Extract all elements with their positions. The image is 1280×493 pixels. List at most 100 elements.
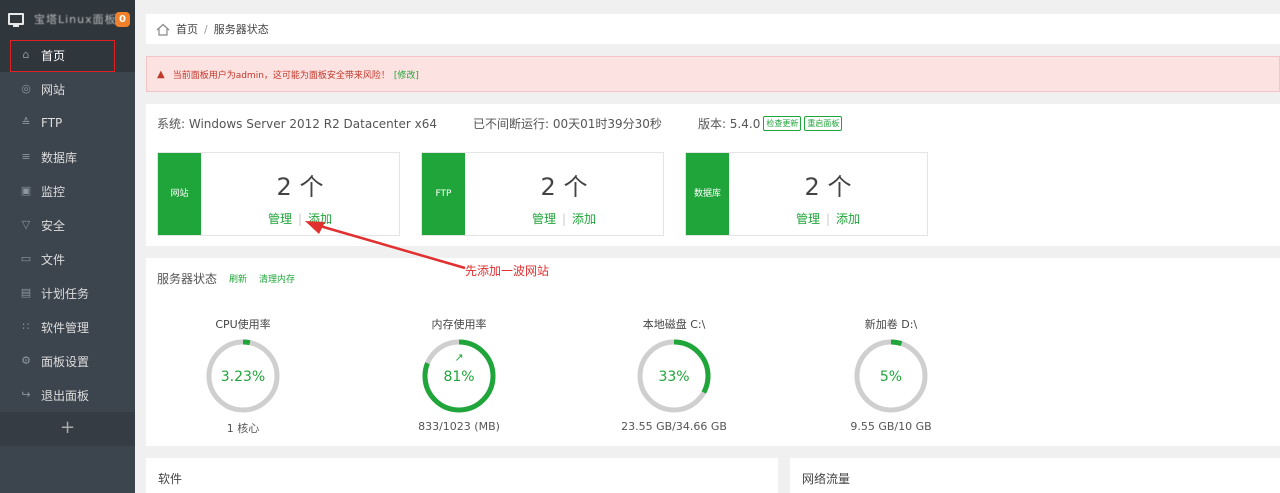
- breadcrumb: 首页 / 服务器状态: [146, 14, 1280, 44]
- card-links: 管理 | 添加: [465, 210, 663, 227]
- usage-gauge[interactable]: 本地磁盘 C:\ 33% 23.55 GB/34.66 GB: [614, 316, 734, 433]
- gauge-ring: 81% ↗: [422, 339, 496, 413]
- gauge-detail: 23.55 GB/34.66 GB: [621, 420, 727, 433]
- warning-icon: ▲: [157, 68, 165, 80]
- sidebar-item[interactable]: ↪ 退出面板: [0, 378, 135, 412]
- home-icon[interactable]: [156, 23, 170, 36]
- sidebar-item[interactable]: ≡ 数据库: [0, 140, 135, 174]
- sidebar-item-label: 软件管理: [41, 320, 90, 335]
- monitor-logo-icon: [8, 13, 24, 27]
- annotation-note: 先添加一波网站: [465, 264, 550, 278]
- refresh-link[interactable]: 刷新: [229, 272, 247, 285]
- status-title: 服务器状态: [157, 272, 218, 286]
- breadcrumb-current: 服务器状态: [213, 23, 269, 36]
- link-divider: |: [561, 212, 567, 226]
- gauge-ring: 5%: [854, 339, 928, 413]
- usage-gauge[interactable]: CPU使用率 3.23% 1 核心: [183, 316, 303, 436]
- sidebar-item-label: 数据库: [41, 150, 78, 165]
- calendar-icon: ▤: [20, 286, 32, 299]
- monitor-icon: ▣: [20, 184, 32, 197]
- restart-panel-button[interactable]: 重启面板: [804, 116, 843, 131]
- sidebar-item[interactable]: ∷ 软件管理: [0, 310, 135, 344]
- sidebar-item-label: 面板设置: [41, 354, 90, 369]
- logout-icon: ↪: [21, 388, 31, 401]
- sidebar-item-label: 网站: [41, 82, 66, 97]
- sidebar-item[interactable]: ▭ 文件: [0, 242, 135, 276]
- add-link[interactable]: 添加: [836, 212, 860, 226]
- manage-link[interactable]: 管理: [796, 212, 820, 226]
- brand-bar: 宝塔Linux面板 0: [0, 0, 135, 38]
- system-info-line: 系统: Windows Server 2012 R2 Datacenter x6…: [157, 115, 843, 132]
- brand-name: 宝塔Linux面板: [34, 13, 117, 26]
- add-nav-button[interactable]: +: [0, 412, 135, 446]
- usage-gauge[interactable]: 内存使用率 81% ↗ 833/1023 (MB): [399, 316, 519, 433]
- uptime-info: 已不间断运行: 00天01时39分30秒: [473, 117, 662, 131]
- sidebar-item-label: 退出面板: [41, 388, 90, 403]
- gauge-value: 33%: [658, 369, 689, 385]
- network-panel: 网络流量: [790, 458, 1280, 493]
- gauge-detail: 9.55 GB/10 GB: [850, 420, 932, 433]
- database-icon: ≡: [21, 150, 31, 163]
- clean-memory-link[interactable]: 清理内存: [259, 272, 295, 285]
- manage-link[interactable]: 管理: [268, 212, 292, 226]
- globe-icon: ◎: [21, 82, 31, 95]
- sidebar-item-label: 监控: [41, 184, 66, 199]
- breadcrumb-separator: /: [204, 22, 208, 36]
- card-tag: 数据库: [686, 153, 729, 235]
- gauge-ring: 3.23%: [206, 339, 280, 413]
- gauge-detail: 833/1023 (MB): [418, 420, 500, 433]
- sidebar-item[interactable]: ▣ 监控: [0, 174, 135, 208]
- database-count-card: 数据库 2 个 管理 | 添加: [685, 152, 928, 236]
- folder-icon: ▭: [20, 252, 32, 265]
- sidebar: 宝塔Linux面板 0 ⌂ 首页 ◎ 网站 ≙ FTP ≡ 数据库 ▣ 监控 ▽ 安全 ▭ 文件 ▤ 计划任务…: [0, 0, 135, 493]
- ftp-icon: ≙: [21, 116, 31, 129]
- sidebar-item-label: 文件: [41, 252, 66, 267]
- os-info: 系统: Windows Server 2012 R2 Datacenter x6…: [157, 117, 437, 131]
- rocket-icon: ↗: [454, 351, 463, 364]
- gauge-value: 81%: [443, 369, 474, 385]
- gauge-value: 3.23%: [221, 369, 265, 385]
- gauge-ring: 33%: [637, 339, 711, 413]
- notification-badge[interactable]: 0: [115, 12, 130, 27]
- gauge-detail: 1 核心: [226, 422, 260, 435]
- card-count: 2 个: [804, 173, 852, 201]
- sidebar-item[interactable]: ▽ 安全: [0, 208, 135, 242]
- sidebar-nav: ⌂ 首页 ◎ 网站 ≙ FTP ≡ 数据库 ▣ 监控 ▽ 安全 ▭ 文件 ▤ 计划任务 ∷ 软件管理 ⚙ 面板设置 ↪ 退…: [0, 38, 135, 412]
- gauge-title: CPU使用率: [215, 318, 271, 331]
- sidebar-item[interactable]: ⌂ 首页: [0, 38, 135, 72]
- breadcrumb-home[interactable]: 首页: [176, 21, 198, 37]
- sidebar-item[interactable]: ◎ 网站: [0, 72, 135, 106]
- shield-icon: ▽: [21, 218, 31, 231]
- home-icon: ⌂: [22, 48, 30, 61]
- card-links: 管理 | 添加: [729, 210, 927, 227]
- gauge-value: 5%: [880, 369, 902, 385]
- apps-icon: ∷: [22, 320, 30, 333]
- sidebar-item-label: 安全: [41, 218, 66, 233]
- add-link[interactable]: 添加: [572, 212, 596, 226]
- software-panel: 软件: [146, 458, 778, 493]
- sidebar-item[interactable]: ≙ FTP: [0, 106, 135, 140]
- gauge-title: 本地磁盘 C:\: [642, 318, 706, 331]
- gauge-title: 内存使用率: [431, 318, 487, 331]
- gear-icon: ⚙: [21, 354, 31, 367]
- sidebar-item[interactable]: ⚙ 面板设置: [0, 344, 135, 378]
- sidebar-item[interactable]: ▤ 计划任务: [0, 276, 135, 310]
- card-count: 2 个: [276, 173, 324, 201]
- usage-gauge[interactable]: 新加卷 D:\ 5% 9.55 GB/10 GB: [831, 316, 951, 433]
- card-count: 2 个: [540, 173, 588, 201]
- alert-edit-link[interactable]: [修改]: [394, 68, 419, 81]
- alert-text: 当前面板用户为admin，这可能为面板安全带来风险！: [172, 70, 390, 81]
- version-info: 版本: 5.4.0: [697, 117, 761, 131]
- security-alert: ▲ 当前面板用户为admin，这可能为面板安全带来风险！ [修改]: [146, 56, 1280, 92]
- network-title: 网络流量: [802, 472, 851, 486]
- software-title: 软件: [158, 472, 183, 486]
- annotation-arrow: [305, 221, 466, 270]
- manage-link[interactable]: 管理: [532, 212, 556, 226]
- card-tag: 网站: [158, 153, 201, 235]
- status-header: 服务器状态 刷新 清理内存: [157, 270, 295, 287]
- check-update-button[interactable]: 检查更新: [763, 116, 802, 131]
- server-status-panel: 服务器状态 刷新 清理内存 CPU使用率 3.23% 1 核心 内存使用率 81% ↗ 83…: [146, 258, 1280, 446]
- gauge-title: 新加卷 D:\: [864, 318, 918, 331]
- sidebar-item-label: FTP: [41, 116, 63, 130]
- sidebar-item-label: 计划任务: [41, 286, 90, 301]
